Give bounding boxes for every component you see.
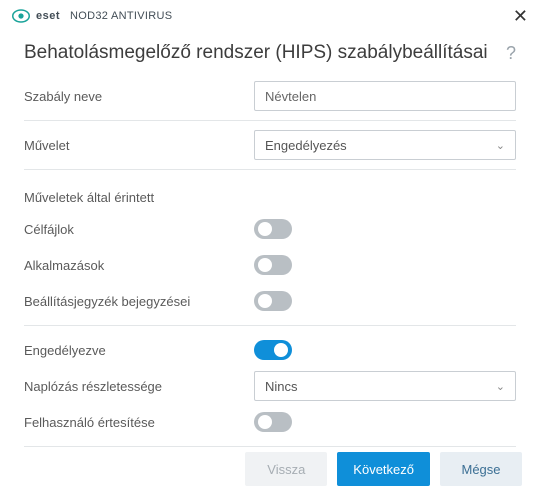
row-notify: Felhasználó értesítése: [24, 404, 516, 440]
app-logo: eset NOD32 ANTIVIRUS: [12, 7, 172, 25]
rule-name-input[interactable]: [254, 81, 516, 111]
divider: [24, 120, 516, 121]
log-level-value: Nincs: [265, 379, 298, 394]
label-action: Művelet: [24, 138, 254, 153]
label-enabled: Engedélyezve: [24, 343, 254, 358]
page-title: Behatolásmegelőző rendszer (HIPS) szabál…: [24, 42, 488, 64]
page-header: Behatolásmegelőző rendszer (HIPS) szabál…: [0, 32, 540, 78]
row-rule-name: Szabály neve: [24, 78, 516, 114]
row-enabled: Engedélyezve: [24, 332, 516, 368]
back-button[interactable]: Vissza: [245, 452, 327, 486]
brand-name: eset: [36, 10, 60, 22]
close-icon[interactable]: ✕: [513, 7, 528, 25]
registry-toggle[interactable]: [254, 291, 292, 311]
row-target-files: Célfájlok: [24, 211, 516, 247]
row-log-level: Naplózás részletessége Nincs ⌄: [24, 368, 516, 404]
action-select[interactable]: Engedélyezés ⌄: [254, 130, 516, 160]
enabled-toggle[interactable]: [254, 340, 292, 360]
label-target-files: Célfájlok: [24, 222, 254, 237]
log-level-select[interactable]: Nincs ⌄: [254, 371, 516, 401]
row-applications: Alkalmazások: [24, 247, 516, 283]
section-affected: Műveletek által érintett: [24, 176, 516, 211]
cancel-button[interactable]: Mégse: [440, 452, 522, 486]
action-select-value: Engedélyezés: [265, 138, 347, 153]
divider: [24, 169, 516, 170]
notify-toggle[interactable]: [254, 412, 292, 432]
chevron-down-icon: ⌄: [496, 139, 505, 152]
label-notify: Felhasználó értesítése: [24, 415, 254, 430]
label-log-level: Naplózás részletessége: [24, 379, 254, 394]
label-applications: Alkalmazások: [24, 258, 254, 273]
eset-logo-icon: [12, 7, 30, 25]
help-icon[interactable]: ?: [506, 43, 516, 64]
label-rule-name: Szabály neve: [24, 89, 254, 104]
titlebar: eset NOD32 ANTIVIRUS ✕: [0, 0, 540, 32]
target-files-toggle[interactable]: [254, 219, 292, 239]
row-registry: Beállításjegyzék bejegyzései: [24, 283, 516, 319]
next-button[interactable]: Következő: [337, 452, 430, 486]
label-registry: Beállításjegyzék bejegyzései: [24, 294, 254, 309]
product-name: NOD32 ANTIVIRUS: [70, 10, 172, 22]
applications-toggle[interactable]: [254, 255, 292, 275]
chevron-down-icon: ⌄: [496, 380, 505, 393]
row-action: Művelet Engedélyezés ⌄: [24, 127, 516, 163]
divider: [24, 325, 516, 326]
footer: Vissza Következő Mégse: [0, 438, 540, 500]
